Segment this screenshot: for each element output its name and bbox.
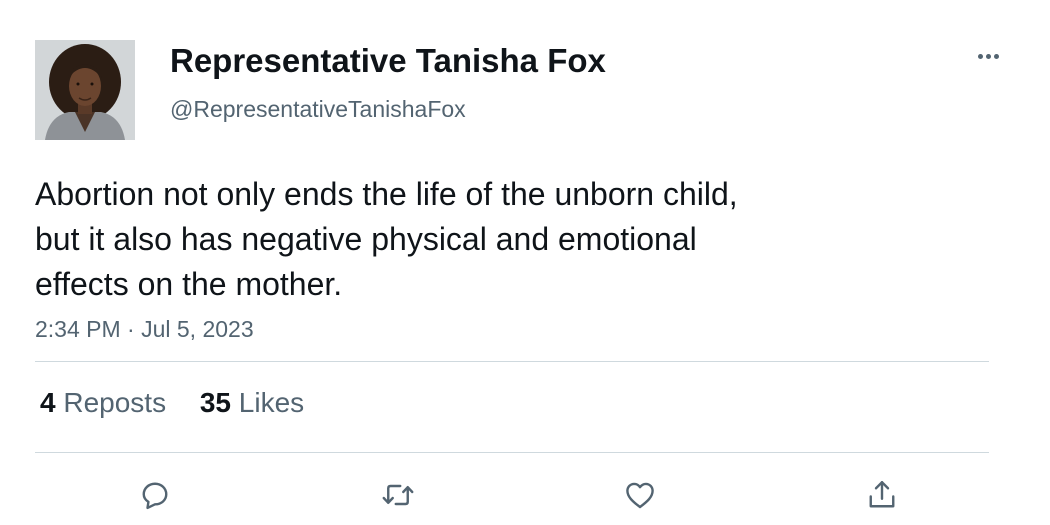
- likes-label: Likes: [238, 387, 305, 418]
- share-button[interactable]: [863, 476, 901, 514]
- more-options-icon[interactable]: [970, 44, 1006, 68]
- author-name[interactable]: Representative Tanisha Fox: [170, 42, 606, 80]
- post-text-line: effects on the mother.: [35, 266, 343, 302]
- engagement-stats: 4 Reposts 35 Likes: [40, 387, 330, 419]
- reply-icon: [142, 482, 168, 510]
- repost-button[interactable]: [379, 476, 417, 514]
- avatar-photo: [35, 40, 135, 140]
- divider: [35, 452, 989, 453]
- reposts-count: 4: [40, 387, 56, 418]
- more-dot: [977, 53, 983, 59]
- likes-stat[interactable]: 35 Likes: [200, 387, 304, 419]
- author-handle[interactable]: @RepresentativeTanishaFox: [170, 96, 466, 123]
- reposts-label: Reposts: [63, 387, 167, 418]
- heart-icon: [626, 482, 654, 509]
- post-text-line: Abortion not only ends the life of the u…: [35, 176, 738, 212]
- post-timestamp[interactable]: 2:34 PM · Jul 5, 2023: [35, 316, 254, 343]
- more-dot: [993, 53, 999, 59]
- more-dot: [985, 53, 991, 59]
- likes-count: 35: [199, 387, 232, 418]
- post-text: Abortion not only ends the life of the u…: [35, 172, 855, 307]
- reply-button[interactable]: [136, 476, 174, 514]
- reposts-stat[interactable]: 4 Reposts: [40, 387, 166, 419]
- avatar[interactable]: [35, 40, 135, 140]
- repost-icon: [382, 484, 414, 506]
- post-text-line: but it also has negative physical and em…: [35, 221, 697, 257]
- divider: [35, 361, 989, 362]
- like-button[interactable]: [621, 476, 659, 514]
- share-icon: [869, 481, 895, 508]
